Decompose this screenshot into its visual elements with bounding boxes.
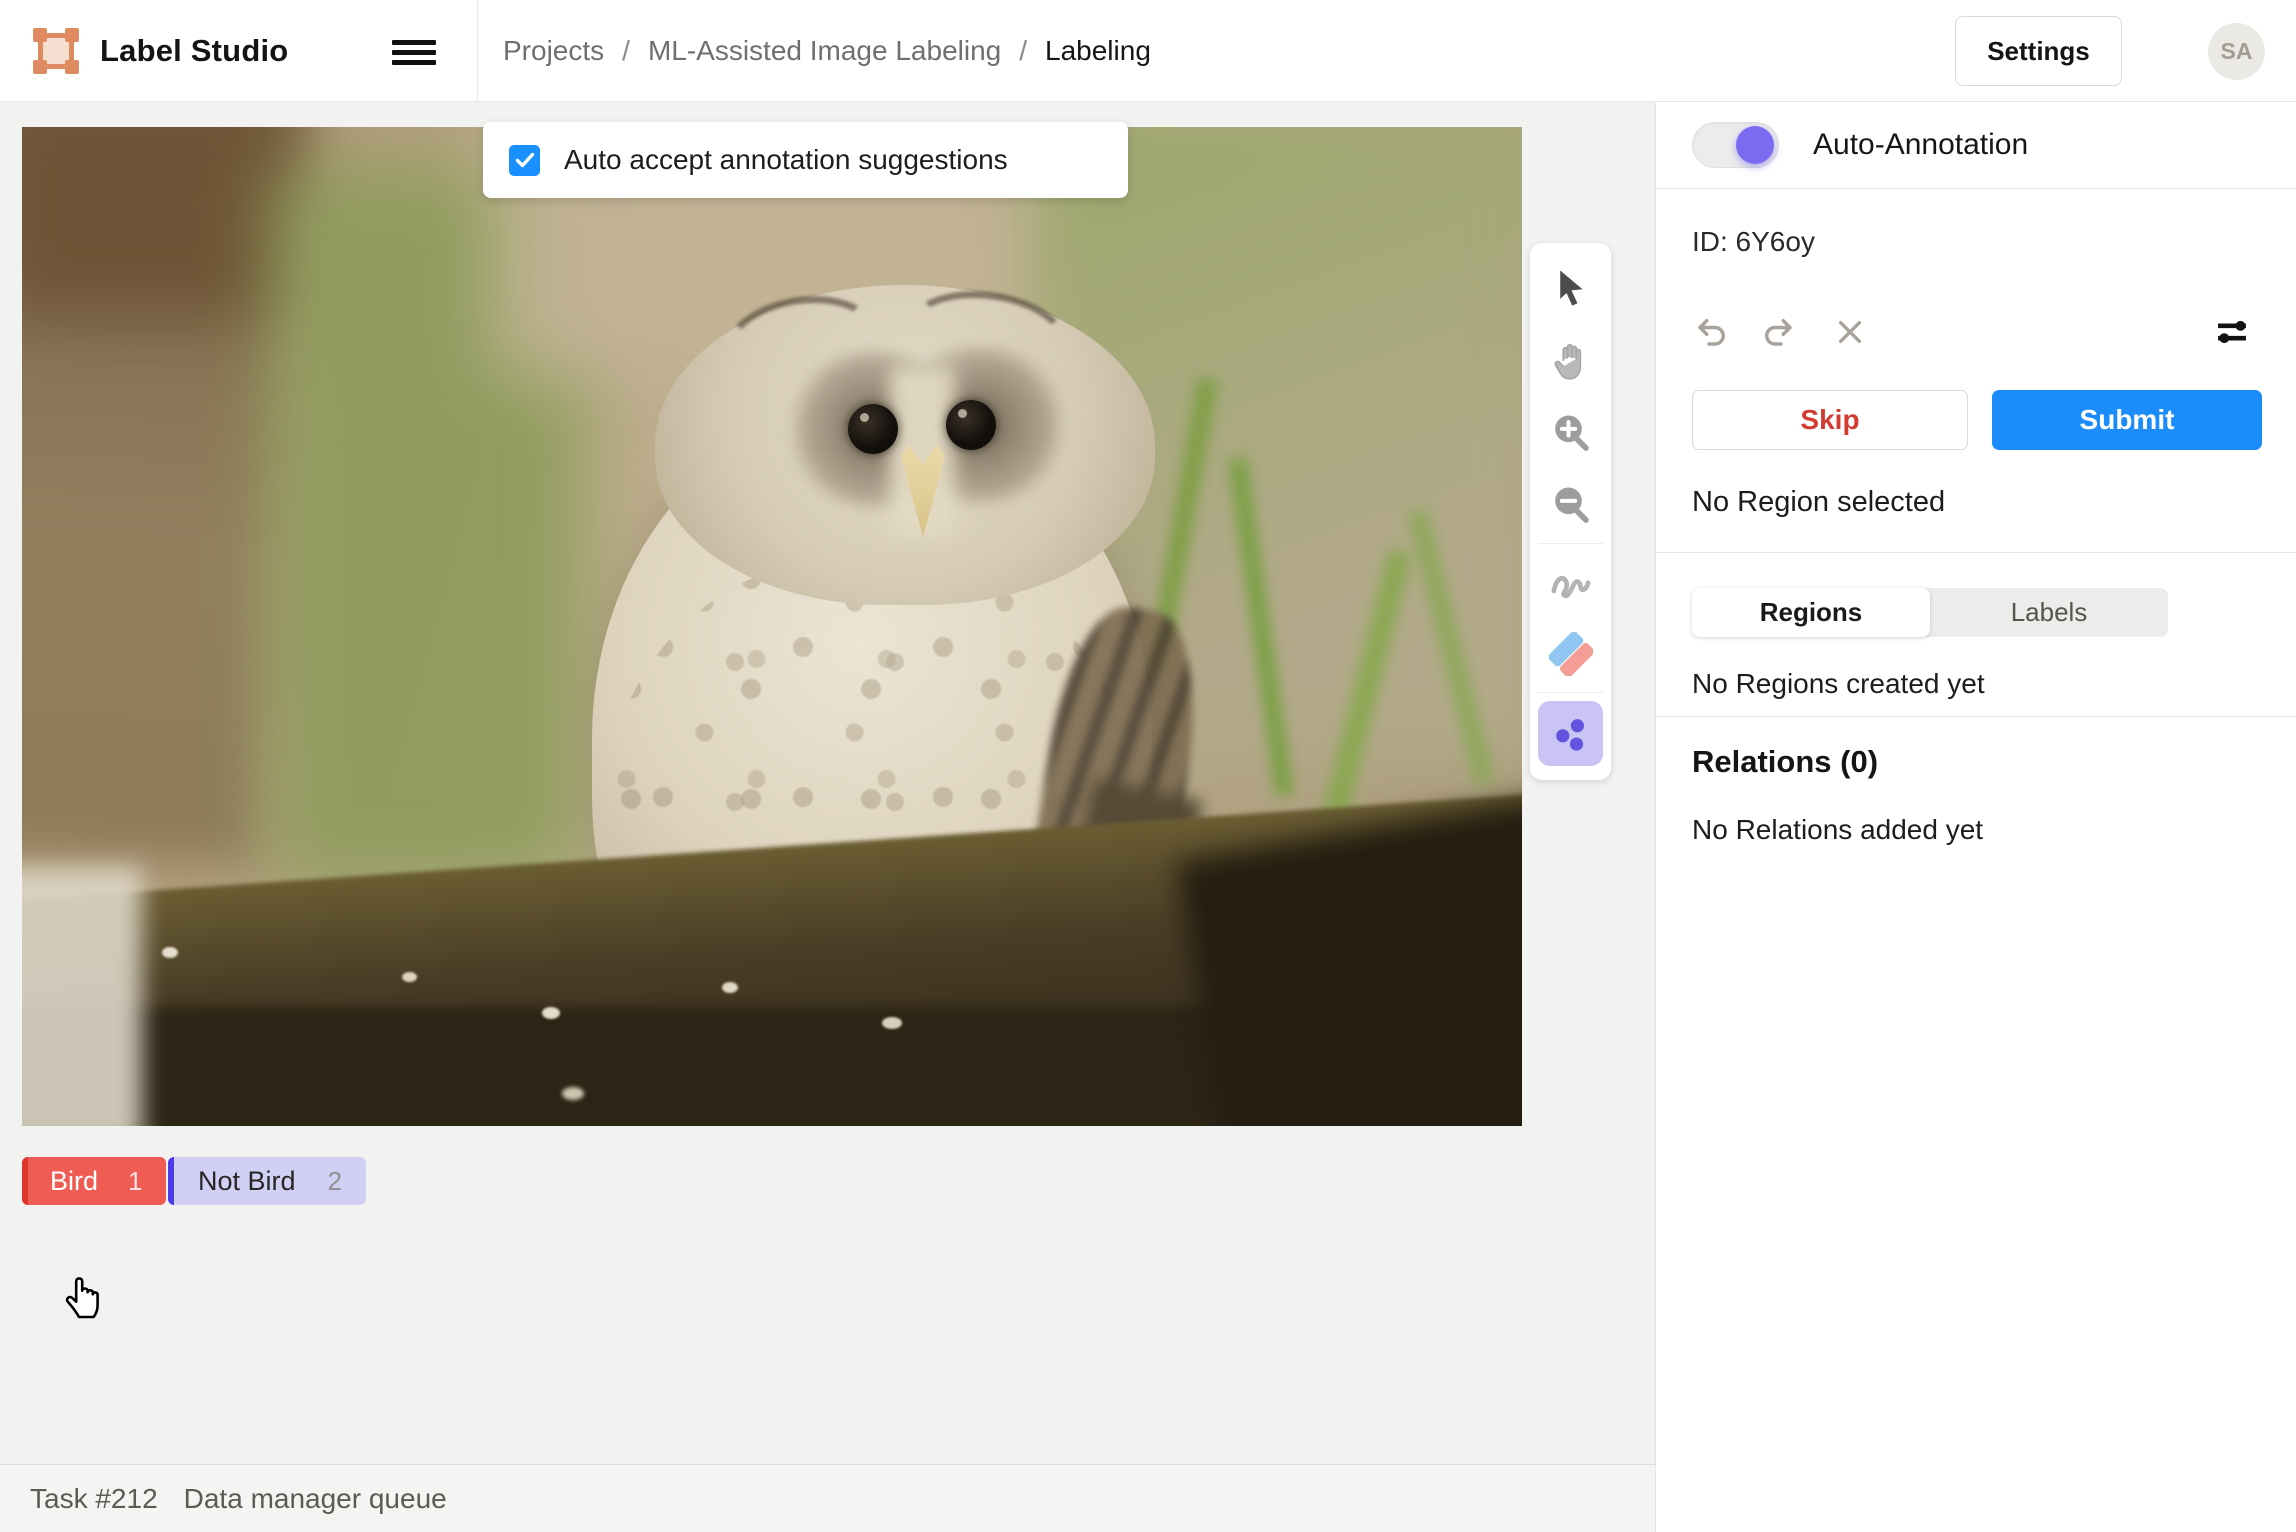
brush-tool[interactable] bbox=[1530, 546, 1611, 618]
regions-labels-tabs: Regions Labels bbox=[1692, 588, 2168, 637]
settings-button[interactable]: Settings bbox=[1955, 16, 2122, 86]
auto-annotation-toggle[interactable] bbox=[1692, 122, 1779, 168]
label-chip-stripe bbox=[22, 1157, 28, 1205]
task-id-text: ID: 6Y6oy bbox=[1692, 226, 1815, 258]
tool-separator bbox=[1538, 692, 1603, 693]
app-title: Label Studio bbox=[100, 33, 288, 69]
breadcrumb-labeling: Labeling bbox=[1045, 35, 1151, 67]
auto-annotation-label: Auto-Annotation bbox=[1813, 128, 2028, 162]
queue-name: Data manager queue bbox=[184, 1483, 447, 1515]
panel-divider bbox=[1656, 552, 2296, 553]
photo-dark-patch bbox=[22, 127, 292, 317]
photo-fluff-left bbox=[22, 867, 142, 1126]
owl-eye-left bbox=[848, 404, 898, 454]
magic-wand-tool-selected[interactable] bbox=[1538, 701, 1603, 766]
sliders-icon bbox=[2213, 315, 2251, 349]
photo-debris bbox=[542, 1007, 560, 1019]
auto-accept-banner: Auto accept annotation suggestions bbox=[483, 122, 1128, 198]
undo-icon bbox=[1694, 314, 1730, 350]
photo-debris bbox=[402, 972, 417, 982]
label-chip-bird[interactable]: Bird 1 bbox=[22, 1157, 166, 1205]
cursor-tool[interactable] bbox=[1530, 253, 1611, 325]
close-icon bbox=[1834, 316, 1866, 348]
magic-wand-icon bbox=[1549, 712, 1593, 756]
zoom-out-icon bbox=[1551, 485, 1591, 525]
label-studio-logo-icon bbox=[33, 28, 79, 74]
no-region-text: No Region selected bbox=[1692, 486, 1945, 519]
zoom-in-icon bbox=[1551, 413, 1591, 453]
breadcrumb-projects[interactable]: Projects bbox=[503, 35, 604, 67]
top-bar: Label Studio Projects / ML-Assisted Imag… bbox=[0, 0, 2296, 102]
breadcrumb-separator: / bbox=[622, 35, 630, 67]
label-chip-not-bird[interactable]: Not Bird 2 bbox=[168, 1157, 366, 1205]
mouse-cursor-pointer bbox=[58, 1265, 110, 1321]
toggle-knob bbox=[1736, 126, 1774, 164]
photo-debris bbox=[562, 1087, 584, 1100]
label-chip-name: Not Bird bbox=[198, 1166, 296, 1197]
owl-eye-right bbox=[946, 400, 996, 450]
zoom-in-tool[interactable] bbox=[1530, 397, 1611, 469]
user-avatar[interactable]: SA bbox=[2208, 23, 2265, 80]
footer-bar: Task #212 Data manager queue bbox=[0, 1464, 1655, 1532]
tab-regions[interactable]: Regions bbox=[1692, 588, 1930, 637]
pan-tool[interactable] bbox=[1530, 325, 1611, 397]
breadcrumb-separator: / bbox=[1019, 35, 1027, 67]
auto-accept-checkbox[interactable] bbox=[509, 145, 540, 176]
panel-divider bbox=[1656, 716, 2296, 717]
tool-separator bbox=[1538, 543, 1603, 544]
eraser-icon bbox=[1549, 632, 1593, 676]
history-controls bbox=[1692, 312, 2261, 352]
task-image-owl[interactable] bbox=[22, 127, 1522, 1126]
breadcrumb-project-name[interactable]: ML-Assisted Image Labeling bbox=[648, 35, 1001, 67]
redo-icon bbox=[1760, 314, 1796, 350]
redo-button[interactable] bbox=[1758, 312, 1798, 352]
label-chip-name: Bird bbox=[50, 1166, 98, 1197]
submit-button[interactable]: Submit bbox=[1992, 390, 2262, 450]
eraser-tool[interactable] bbox=[1530, 618, 1611, 690]
skip-button[interactable]: Skip bbox=[1692, 390, 1968, 450]
zoom-out-tool[interactable] bbox=[1530, 469, 1611, 541]
label-chip-hotkey: 1 bbox=[128, 1166, 142, 1197]
undo-button[interactable] bbox=[1692, 312, 1732, 352]
cursor-icon bbox=[1552, 269, 1590, 309]
tool-palette bbox=[1530, 243, 1611, 780]
no-regions-text: No Regions created yet bbox=[1692, 668, 1985, 700]
photo-debris bbox=[162, 947, 178, 958]
checkmark-icon bbox=[513, 148, 537, 172]
topbar-divider bbox=[477, 0, 478, 102]
task-number: Task #212 bbox=[30, 1483, 158, 1515]
auto-accept-label: Auto accept annotation suggestions bbox=[564, 144, 1008, 176]
annotation-side-panel: Auto-Annotation ID: 6Y6oy Skip Submit No… bbox=[1655, 102, 2296, 1532]
photo-debris bbox=[882, 1017, 902, 1029]
no-relations-text: No Relations added yet bbox=[1692, 814, 1983, 846]
view-settings-button[interactable] bbox=[2212, 312, 2252, 352]
breadcrumb: Projects / ML-Assisted Image Labeling / … bbox=[503, 0, 1151, 102]
owl-eye-highlight bbox=[860, 413, 869, 422]
label-chip-hotkey: 2 bbox=[328, 1166, 342, 1197]
label-chip-stripe bbox=[168, 1157, 174, 1205]
panel-divider bbox=[1656, 188, 2296, 189]
hamburger-menu-icon[interactable] bbox=[392, 40, 436, 66]
photo-debris bbox=[722, 982, 738, 993]
brush-icon bbox=[1549, 564, 1593, 600]
hand-icon bbox=[1551, 340, 1591, 382]
relations-heading: Relations (0) bbox=[1692, 744, 1878, 780]
workspace: Auto accept annotation suggestions Bird bbox=[0, 102, 1655, 1532]
tab-labels[interactable]: Labels bbox=[1930, 588, 2168, 637]
reset-button[interactable] bbox=[1830, 312, 1870, 352]
owl-eye-highlight bbox=[958, 409, 967, 418]
